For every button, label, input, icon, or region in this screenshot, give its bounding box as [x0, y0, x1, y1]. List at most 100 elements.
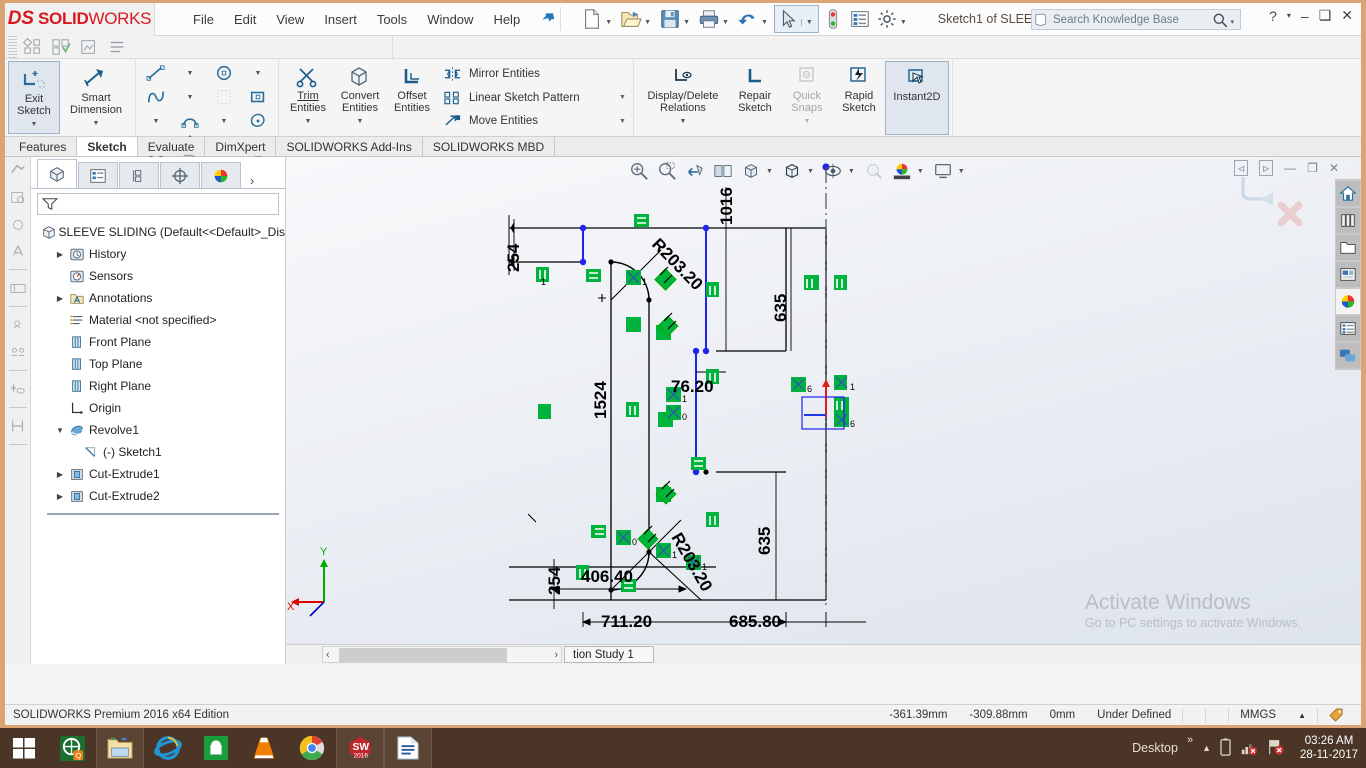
line-tool-chevron-down-icon[interactable]: ▼: [173, 70, 207, 77]
chevron-down-icon[interactable]: ▼: [619, 94, 626, 101]
menu-tools[interactable]: Tools: [367, 8, 417, 31]
more-tabs-chevron-right-icon[interactable]: ›: [250, 173, 254, 188]
spline-tool[interactable]: [139, 88, 173, 106]
rapid-sketch-button[interactable]: Rapid Sketch: [833, 61, 885, 134]
tree-node-cut-extrude1[interactable]: ▶ Cut-Extrude1: [37, 463, 285, 485]
battery-icon[interactable]: [1220, 737, 1231, 759]
help-button[interactable]: ?: [1269, 8, 1277, 24]
tree-node-annotations[interactable]: ▶ Annotations: [37, 287, 285, 309]
expander-icon[interactable]: ▶: [53, 294, 67, 303]
chevron-down-icon[interactable]: ▼: [305, 116, 312, 128]
feature-tree-tab[interactable]: [37, 159, 77, 188]
line-tool[interactable]: [139, 64, 173, 82]
tab-sketch[interactable]: Sketch: [77, 137, 138, 156]
view-palette-icon[interactable]: [1336, 262, 1360, 287]
chevron-down-icon[interactable]: ▼: [644, 19, 651, 26]
circle-tool-chevron-down-icon[interactable]: ▼: [241, 70, 275, 77]
menu-file[interactable]: File: [183, 8, 224, 31]
tab-solidworks-add-ins[interactable]: SOLIDWORKS Add-Ins: [276, 137, 423, 156]
view-sketch-relations-icon[interactable]: [8, 161, 28, 179]
status-units-caret-icon[interactable]: ▲: [1287, 708, 1317, 723]
offset-entities-button[interactable]: Offset Entities: [386, 61, 438, 134]
dimxpert-manager-tab[interactable]: [160, 162, 200, 188]
toolbar-drag-handle[interactable]: [8, 35, 17, 59]
chevron-down-icon[interactable]: ▼: [807, 168, 814, 175]
tab-features[interactable]: Features: [9, 137, 78, 156]
sketch-settings-icon[interactable]: [107, 38, 129, 57]
chevron-down-icon[interactable]: ▼: [357, 116, 364, 128]
taskbar-clock[interactable]: 03:26 AM 28-11-2017: [1300, 734, 1358, 762]
arc-tool[interactable]: [173, 112, 207, 130]
sketch-relations-icon[interactable]: [23, 37, 45, 57]
view-orientation-icon[interactable]: [738, 159, 764, 183]
chevron-down-icon[interactable]: ▼: [848, 168, 855, 175]
doc-restore-right-button[interactable]: ▹: [1259, 160, 1274, 176]
tray-overflow-icon[interactable]: »: [1187, 734, 1193, 746]
scrollbar-thumb[interactable]: [339, 648, 507, 662]
tray-caret-icon[interactable]: ▲: [1202, 743, 1211, 753]
expander-icon[interactable]: ▼: [53, 426, 67, 435]
property-manager-tab[interactable]: [78, 162, 118, 188]
save-document-button[interactable]: ▼: [657, 6, 695, 32]
graphics-area[interactable]: ▼ ▼ ▼ ▼ ▼ ◃ ▹ — ❐ ✕ 1 1 0 0 1 1 6 1 6 1 …: [286, 157, 1361, 664]
tree-node-history[interactable]: ▶ History: [37, 243, 285, 265]
search-icon[interactable]: [1212, 12, 1228, 28]
tree-node-cut-extrude2[interactable]: ▶ Cut-Extrude2: [37, 485, 285, 507]
convert-entities-button[interactable]: Convert Entities ▼: [334, 61, 386, 134]
fully-define-sketch-icon[interactable]: [51, 38, 73, 57]
arc-tool-chevron-down-icon[interactable]: ▼: [207, 118, 241, 125]
design-library-icon[interactable]: [1336, 208, 1360, 233]
horizontal-scrollbar[interactable]: ‹ ›: [322, 646, 562, 663]
windows-store-icon[interactable]: [192, 728, 240, 768]
chevron-down-icon[interactable]: ▼: [958, 168, 965, 175]
sw-resources-home-icon[interactable]: [1336, 181, 1360, 206]
display-delete-relations-button[interactable]: Display/Delete Relations ▼: [637, 61, 729, 134]
tree-node-right-plane[interactable]: Right Plane: [37, 375, 285, 397]
chevron-down-icon[interactable]: ▼: [683, 19, 690, 26]
chevron-down-icon[interactable]: ▾: [1230, 18, 1234, 26]
tree-node-top-plane[interactable]: Top Plane: [37, 353, 285, 375]
scroll-left-icon[interactable]: ‹: [326, 649, 330, 661]
configurations-rail-icon[interactable]: [8, 343, 28, 361]
file-properties-button[interactable]: [847, 6, 873, 32]
help-chevron-down-icon[interactable]: ▾: [1287, 11, 1291, 20]
open-document-button[interactable]: ▼: [618, 6, 656, 32]
appearances-scenes-icon[interactable]: [1336, 289, 1360, 314]
solidworks-2016-icon[interactable]: SW 2016: [336, 728, 384, 768]
menu-edit[interactable]: Edit: [224, 8, 266, 31]
edit-appearance-icon[interactable]: [861, 159, 887, 183]
custom-properties-icon[interactable]: [1336, 316, 1360, 341]
internet-explorer-icon[interactable]: [144, 728, 192, 768]
motion-study-tab[interactable]: tion Study 1: [564, 646, 654, 663]
feature-tree-root[interactable]: SLEEVE SLIDING (Default<<Default>_Dis: [37, 221, 285, 243]
history-rail-icon[interactable]: [8, 188, 28, 206]
zoom-to-fit-icon[interactable]: [626, 159, 652, 183]
previous-view-icon[interactable]: [682, 159, 708, 183]
exit-sketch-button[interactable]: Exit Sketch ▼: [8, 61, 60, 134]
pin-icon[interactable]: [536, 8, 558, 31]
tab-solidworks-mbd[interactable]: SOLIDWORKS MBD: [422, 137, 556, 156]
expander-icon[interactable]: ▶: [53, 470, 67, 479]
linear-sketch-pattern-item[interactable]: Linear Sketch Pattern ▼: [442, 87, 626, 109]
chevron-down-icon[interactable]: ▼: [679, 116, 686, 128]
mirror-entities-item[interactable]: Mirror Entities: [442, 63, 626, 85]
rebuild-button[interactable]: [820, 6, 846, 32]
doc-restore-button[interactable]: ❐: [1307, 161, 1318, 175]
tray-desktop-label[interactable]: Desktop: [1132, 741, 1178, 755]
rectangle-tool[interactable]: [241, 88, 275, 106]
menu-view[interactable]: View: [266, 8, 314, 31]
quick-heal-icon[interactable]: Q: [48, 728, 96, 768]
view-settings-icon[interactable]: [930, 159, 956, 183]
feature-tree-filter[interactable]: [37, 193, 279, 215]
expander-icon[interactable]: ▶: [53, 492, 67, 501]
maximize-button[interactable]: ❑: [1319, 7, 1332, 24]
tree-node-sketch1[interactable]: (-) Sketch1: [37, 441, 285, 463]
doc-minimize-button[interactable]: —: [1284, 161, 1296, 175]
chevron-down-icon[interactable]: ▼: [766, 168, 773, 175]
network-icon[interactable]: [1240, 738, 1258, 759]
move-entities-item[interactable]: Move Entities ▼: [442, 110, 626, 132]
doc-close-button[interactable]: ✕: [1329, 161, 1339, 175]
sketch-picture-icon[interactable]: [79, 38, 101, 57]
display-style-icon[interactable]: [779, 159, 805, 183]
circle-tool[interactable]: [207, 64, 241, 82]
